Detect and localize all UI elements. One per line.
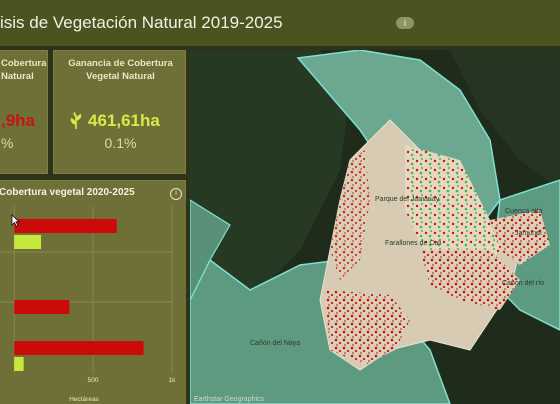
x-axis-label: Hectáreas xyxy=(69,396,99,403)
loss-card-title: Cobertura Natural xyxy=(1,57,49,83)
info-icon[interactable]: i xyxy=(396,17,414,29)
chart-bar[interactable] xyxy=(14,235,42,249)
x-tick-label: 1k xyxy=(169,377,177,384)
plant-icon xyxy=(70,112,82,129)
map-label: Farallones de Cali xyxy=(385,240,442,247)
map-view[interactable]: Parque del Jamanay Farallones de Cali Ca… xyxy=(190,50,560,404)
loss-card-title-line-2: Natural xyxy=(1,71,34,82)
loss-percent: % xyxy=(1,135,14,151)
gain-card-title-line-1: Ganancia de Cobertura xyxy=(68,58,173,69)
loss-card-title-line-1: Cobertura xyxy=(1,58,47,69)
loss-card: Cobertura Natural ,9ha % xyxy=(0,50,48,174)
mouse-cursor xyxy=(11,214,20,227)
chart-bar[interactable] xyxy=(14,357,24,371)
chart-bar[interactable] xyxy=(14,341,144,355)
chart-bar[interactable] xyxy=(14,300,70,314)
map-attribution: Earthstar Geographics xyxy=(194,396,265,403)
gain-card-title-line-2: Vegetal Natural xyxy=(86,71,155,82)
loss-value: ,9ha xyxy=(1,111,36,130)
page-title: isis de Vegetación Natural 2019-2025 xyxy=(0,13,283,32)
x-tick-label: 500 xyxy=(88,377,99,384)
app-header: isis de Vegetación Natural 2019-2025 i xyxy=(0,0,560,46)
map-label: Parque del Jamanay xyxy=(375,196,440,203)
gain-percent: 0.1% xyxy=(104,135,137,151)
map-label: Cañón del río xyxy=(502,280,545,287)
gain-card: Ganancia de Cobertura Vegetal Natural 46… xyxy=(53,50,186,174)
map-label: Jamundí xyxy=(515,230,542,237)
gain-card-title: Ganancia de Cobertura Vegetal Natural xyxy=(54,57,187,83)
chart-info-icon[interactable]: i xyxy=(170,188,182,200)
gain-value: 461,61ha xyxy=(88,111,160,130)
map-canvas xyxy=(190,50,560,404)
map-label: Cañón del Naya xyxy=(250,340,301,347)
map-label: Cuenca alta xyxy=(505,208,543,215)
chart-title: Cobertura vegetal 2020-2025 xyxy=(0,187,135,198)
bar-chart: 500 1k Hectáreas xyxy=(0,200,186,404)
chart-bar[interactable] xyxy=(14,219,117,233)
